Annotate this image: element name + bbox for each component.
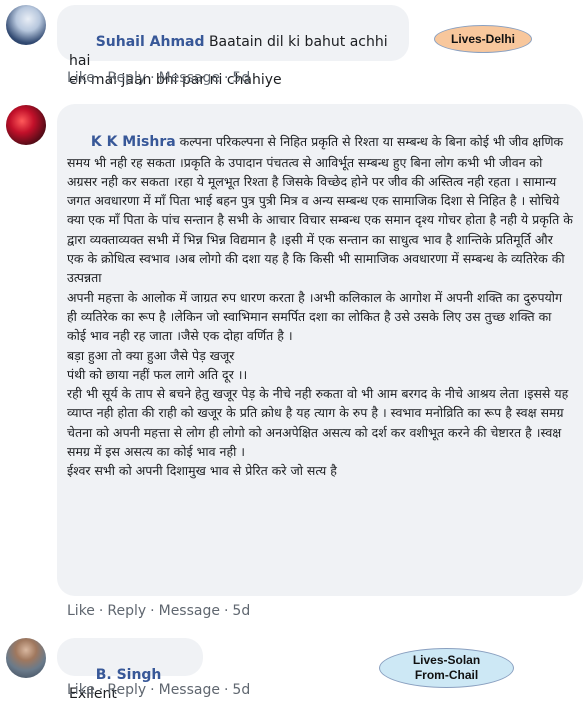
avatar[interactable] bbox=[6, 638, 46, 678]
timestamp[interactable]: 5d bbox=[232, 70, 250, 86]
comment-author[interactable]: B. Singh bbox=[96, 667, 162, 683]
badge-text: Lives-Delhi bbox=[450, 32, 516, 46]
message-link[interactable]: Message bbox=[159, 603, 220, 619]
comment-suhail: Suhail Ahmad Baatain dil ki bahut achhi … bbox=[0, 0, 588, 95]
comment-actions: Like · Reply · Message · 5d bbox=[67, 70, 251, 86]
badge-text-line1: Lives-Solan bbox=[412, 653, 481, 667]
comment-author[interactable]: Suhail Ahmad bbox=[96, 34, 205, 50]
location-badge: Lives-Delhi bbox=[434, 25, 532, 53]
avatar[interactable] bbox=[6, 105, 46, 145]
comment-author[interactable]: K K Mishra bbox=[91, 134, 176, 150]
like-link[interactable]: Like bbox=[67, 70, 95, 86]
timestamp[interactable]: 5d bbox=[232, 682, 250, 698]
message-link[interactable]: Message bbox=[159, 682, 220, 698]
reply-link[interactable]: Reply bbox=[107, 70, 146, 86]
badge-text-line2: From-Chail bbox=[414, 668, 479, 682]
location-badge: Lives-Solan From-Chail bbox=[379, 648, 514, 688]
timestamp[interactable]: 5d bbox=[232, 603, 250, 619]
like-link[interactable]: Like bbox=[67, 603, 95, 619]
comment-bubble: K K Mishra कल्पना परिकल्पना से निहित प्र… bbox=[57, 104, 583, 596]
comment-bubble: Suhail Ahmad Baatain dil ki bahut achhi … bbox=[57, 5, 409, 88]
comment-bsingh: B. Singh Exllent Lives-Solan From-Chail … bbox=[0, 628, 588, 707]
comment-mishra: K K Mishra कल्पना परिकल्पना से निहित प्र… bbox=[0, 95, 588, 625]
like-link[interactable]: Like bbox=[67, 682, 95, 698]
reply-link[interactable]: Reply bbox=[107, 603, 146, 619]
comment-bubble: B. Singh Exllent bbox=[57, 638, 203, 702]
comment-actions: Like · Reply · Message · 5d bbox=[67, 603, 251, 619]
comment-text: कल्पना परिकल्पना से निहित प्रकृति से रिश… bbox=[67, 134, 573, 479]
avatar[interactable] bbox=[6, 5, 46, 45]
reply-link[interactable]: Reply bbox=[107, 682, 146, 698]
comment-actions: Like · Reply · Message · 5d bbox=[67, 682, 251, 698]
message-link[interactable]: Message bbox=[159, 70, 220, 86]
